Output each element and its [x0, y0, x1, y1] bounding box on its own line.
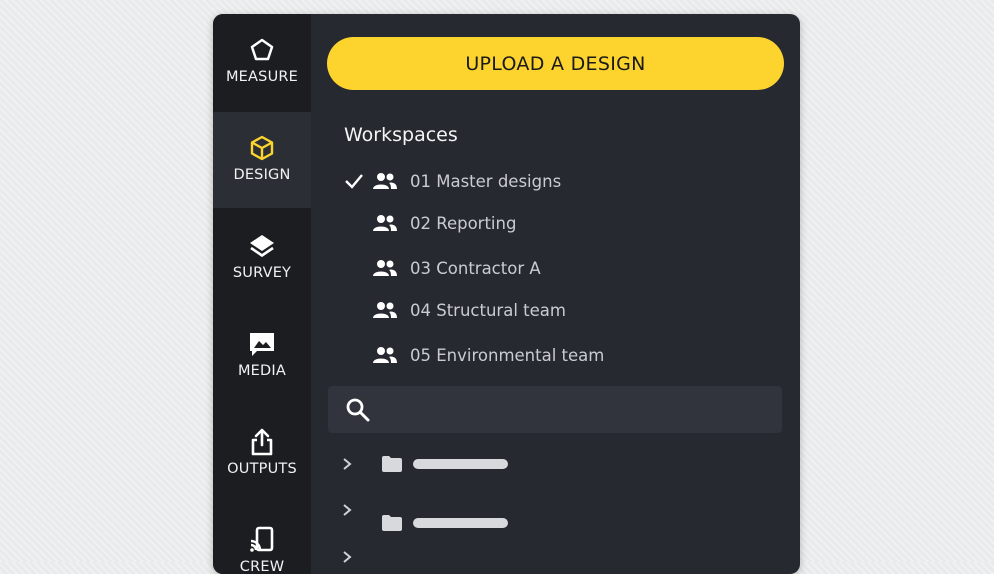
workspace-name: 05 Environmental team — [410, 345, 605, 365]
chevron-right-icon[interactable] — [341, 457, 359, 471]
people-icon — [372, 301, 402, 319]
tree-row[interactable] — [341, 542, 761, 572]
app-panel: MEASURE DESIGN SURVEY MEDIA OUTPUTS CREW… — [213, 14, 800, 574]
tree-row[interactable] — [341, 449, 761, 479]
sidebar-item-survey[interactable]: SURVEY — [213, 210, 311, 306]
sidebar-item-media[interactable]: MEDIA — [213, 308, 311, 404]
workspace-name: 03 Contractor A — [410, 258, 541, 278]
sidebar-item-design[interactable]: DESIGN — [213, 112, 311, 208]
sidebar-item-outputs[interactable]: OUTPUTS — [213, 406, 311, 502]
upload-design-button[interactable]: UPLOAD A DESIGN — [327, 37, 784, 90]
sidebar-item-label: MEASURE — [225, 69, 299, 85]
check-icon — [339, 173, 369, 189]
cube-icon — [248, 134, 276, 162]
workspace-item[interactable]: 05 Environmental team — [339, 338, 759, 372]
search-icon — [345, 397, 371, 423]
workspace-item[interactable]: 04 Structural team — [339, 293, 759, 327]
folder-icon — [381, 514, 403, 532]
workspaces-heading: Workspaces — [344, 124, 458, 146]
sidebar-item-crew[interactable]: CREW — [213, 504, 311, 574]
search-input[interactable] — [381, 399, 782, 420]
workspace-name: 04 Structural team — [410, 300, 566, 320]
workspace-name: 02 Reporting — [410, 213, 517, 233]
workspace-item[interactable]: 02 Reporting — [339, 206, 759, 240]
tree-row[interactable] — [341, 504, 761, 538]
sidebar-item-label: MEDIA — [237, 363, 287, 379]
people-icon — [372, 214, 402, 232]
workspace-name: 01 Master designs — [410, 171, 562, 191]
folder-icon — [381, 455, 403, 473]
sidebar: MEASURE DESIGN SURVEY MEDIA OUTPUTS CREW — [213, 14, 311, 574]
people-icon — [372, 259, 402, 277]
sidebar-item-label: OUTPUTS — [227, 461, 297, 477]
workspace-item[interactable]: 03 Contractor A — [339, 251, 759, 285]
search-bar[interactable] — [328, 386, 782, 433]
pentagon-icon — [249, 36, 275, 64]
sidebar-item-label: SURVEY — [232, 265, 292, 281]
workspace-item[interactable]: 01 Master designs — [339, 164, 759, 198]
design-panel: UPLOAD A DESIGN Workspaces 01 Master des… — [311, 14, 800, 574]
sidebar-item-label: DESIGN — [233, 167, 291, 183]
share-icon — [248, 428, 276, 456]
image-icon — [247, 330, 277, 358]
chevron-right-icon[interactable] — [341, 503, 359, 517]
sidebar-item-label: CREW — [239, 559, 285, 574]
layers-icon — [248, 232, 276, 260]
people-icon — [372, 172, 402, 190]
cast-icon — [248, 526, 276, 554]
sidebar-item-measure[interactable]: MEASURE — [213, 14, 311, 110]
people-icon — [372, 346, 402, 364]
folder-name-placeholder — [413, 518, 508, 528]
folder-name-placeholder — [413, 459, 508, 469]
